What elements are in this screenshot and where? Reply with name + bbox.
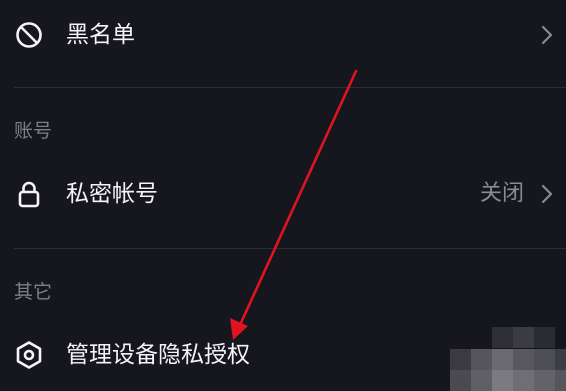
section-header-other: 其它 xyxy=(14,281,53,303)
chevron-right-icon xyxy=(541,184,553,204)
block-icon xyxy=(16,22,42,48)
private-account-row[interactable]: 私密帐号 关闭 xyxy=(0,165,566,225)
pixelated-watermark xyxy=(450,327,566,391)
device-privacy-label: 管理设备隐私授权 xyxy=(66,342,250,368)
section-header-account: 账号 xyxy=(14,120,53,142)
private-account-status: 关闭 xyxy=(479,181,524,206)
divider xyxy=(14,87,566,88)
divider xyxy=(14,248,566,249)
blacklist-label: 黑名单 xyxy=(66,22,135,48)
hexagon-settings-icon xyxy=(16,341,42,369)
lock-icon xyxy=(18,181,40,208)
private-account-label: 私密帐号 xyxy=(66,181,158,207)
blacklist-row[interactable]: 黑名单 xyxy=(0,4,566,64)
chevron-right-icon xyxy=(541,25,553,45)
